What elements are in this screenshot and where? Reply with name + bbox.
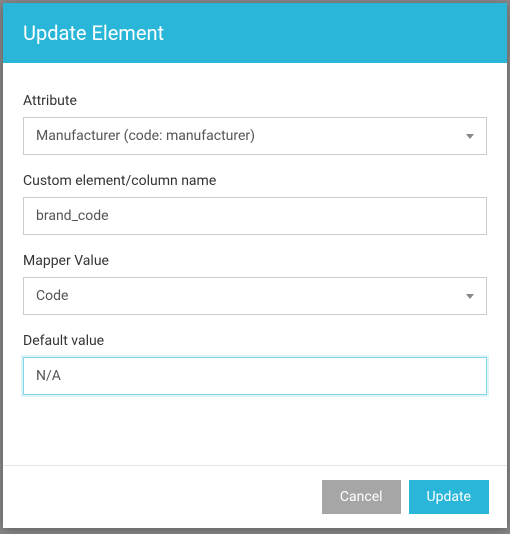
mapper-value-label: Mapper Value xyxy=(23,253,487,269)
custom-name-group: Custom element/column name xyxy=(23,173,487,235)
default-value-label: Default value xyxy=(23,333,487,349)
default-value-input[interactable] xyxy=(23,357,487,395)
modal-footer: Cancel Update xyxy=(3,465,507,528)
mapper-value-select[interactable]: Code xyxy=(23,277,487,315)
caret-down-icon xyxy=(466,134,474,139)
attribute-group: Attribute Manufacturer (code: manufactur… xyxy=(23,93,487,155)
custom-name-label: Custom element/column name xyxy=(23,173,487,189)
modal-body: Attribute Manufacturer (code: manufactur… xyxy=(3,63,507,465)
custom-name-input[interactable] xyxy=(23,197,487,235)
mapper-value-value: Code xyxy=(36,288,68,304)
mapper-value-group: Mapper Value Code xyxy=(23,253,487,315)
modal-title: Update Element xyxy=(23,21,164,45)
modal-header: Update Element xyxy=(3,3,507,63)
default-value-group: Default value xyxy=(23,333,487,395)
cancel-button[interactable]: Cancel xyxy=(322,480,401,514)
caret-down-icon xyxy=(466,294,474,299)
update-button[interactable]: Update xyxy=(409,480,489,514)
attribute-select[interactable]: Manufacturer (code: manufacturer) xyxy=(23,117,487,155)
attribute-value: Manufacturer (code: manufacturer) xyxy=(36,128,255,144)
attribute-label: Attribute xyxy=(23,93,487,109)
update-element-modal: Update Element Attribute Manufacturer (c… xyxy=(3,3,507,528)
